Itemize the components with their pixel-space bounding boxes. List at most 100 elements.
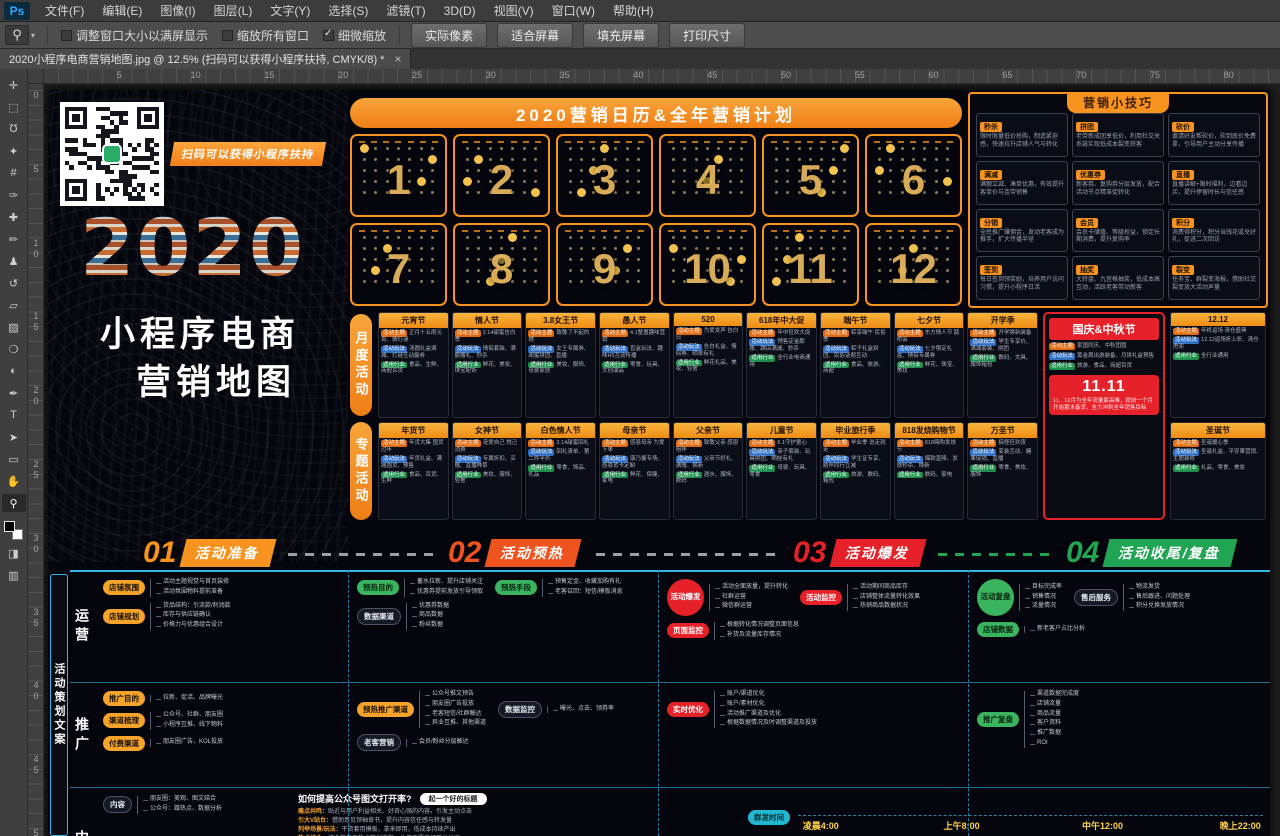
- menu-item[interactable]: 文字(Y): [261, 0, 319, 22]
- card-tag: 活动玩法: [823, 456, 849, 463]
- tip-label: 满减: [980, 170, 1002, 180]
- clone-stamp-tool[interactable]: ♟: [2, 252, 26, 270]
- flow-node: 渠道梳理: [103, 713, 145, 728]
- card-row: 适用行业母婴、玩具、零食: [749, 465, 814, 479]
- checkbox-icon[interactable]: [61, 30, 72, 41]
- flow-cluster: 内容朋友圈：美观、图文结合公众号：蹭热点、数据分析: [103, 796, 222, 814]
- ruler-mark: 10: [31, 238, 41, 260]
- activity-card: 母亲节活动主题感恩母亲 为爱下单活动玩法康乃馨专场、感恩贺卡定制适用行业鲜花、保…: [599, 422, 670, 520]
- card-row: 活动主题宠爱自己 悦己消费: [455, 440, 520, 454]
- hand-tool[interactable]: ✋: [2, 472, 26, 490]
- zoom-tool[interactable]: ⚲: [2, 494, 26, 512]
- eraser-tool[interactable]: ▱: [2, 296, 26, 314]
- menu-bar: Ps 文件(F)编辑(E)图像(I)图层(L)文字(Y)选择(S)滤镜(T)3D…: [0, 0, 1280, 22]
- tip-label: 砍价: [1172, 122, 1194, 132]
- calendar-month: 10: [659, 223, 756, 306]
- flow-cell: 内容朋友圈：美观、图文结合公众号：蹭热点、数据分析: [94, 789, 346, 836]
- card-tag: 活动主题: [676, 328, 702, 335]
- activity-card: 儿童节活动主题6.1守护童心活动玩法亲子套装、玩具拼团、晒娃有礼适用行业母婴、玩…: [746, 422, 817, 520]
- flow-item: 优惠券提前发放引导领取: [410, 589, 483, 597]
- history-brush-tool[interactable]: ↺: [2, 274, 26, 292]
- tip-label: 直播: [1172, 170, 1194, 180]
- card-tag: 活动主题: [823, 330, 849, 337]
- brush-tool[interactable]: ✏: [2, 230, 26, 248]
- menu-item[interactable]: 图像(I): [151, 0, 204, 22]
- flow-node: 实时优化: [667, 702, 709, 717]
- eyedropper-tool[interactable]: ✑: [2, 186, 26, 204]
- menu-item[interactable]: 帮助(H): [604, 0, 663, 22]
- zoom-tool-icon[interactable]: ⚲: [5, 25, 29, 45]
- menu-item[interactable]: 3D(D): [435, 0, 485, 22]
- flow-item: 客户资料: [1030, 720, 1079, 728]
- rectangular-marquee-tool[interactable]: ⬚: [2, 98, 26, 116]
- path-selection-tool[interactable]: ➤: [2, 428, 26, 446]
- zoom-option-checkbox[interactable]: 细微缩放: [323, 27, 386, 44]
- screen-mode-icon[interactable]: ▥: [2, 566, 26, 584]
- card-row: 活动主题818嗨购发烧节: [897, 440, 962, 454]
- card-tag: 活动主题: [1173, 440, 1199, 447]
- rectangle-tool[interactable]: ▭: [2, 450, 26, 468]
- canvas-area[interactable]: 扫码可以获得小程序扶持 2020 小程序电商 营销地图 2020营销日历&全年营…: [44, 84, 1280, 836]
- flow-cell: 推广复盘渠道数据完成度店铺流量商品流量客户资料推广数据ROI: [968, 684, 1268, 787]
- print-size-button[interactable]: 打印尺寸: [669, 23, 745, 48]
- fill-screen-button[interactable]: 填充屏幕: [583, 23, 659, 48]
- card-row: 适用行业数码、家电: [897, 472, 962, 479]
- ruler-mark: 5: [117, 70, 122, 80]
- gradient-tool[interactable]: ▨: [2, 318, 26, 336]
- zoom-option-checkbox[interactable]: 缩放所有窗口: [222, 27, 309, 44]
- card-title: 愚人节: [600, 313, 669, 328]
- blur-tool[interactable]: ❍: [2, 340, 26, 358]
- lasso-tool[interactable]: Ʊ: [2, 120, 26, 138]
- fit-screen-button[interactable]: 适合屏幕: [497, 23, 573, 48]
- card-title: 元宵节: [379, 313, 448, 328]
- crop-tool[interactable]: #: [2, 164, 26, 182]
- flow-item: 社群运营: [715, 594, 788, 602]
- card-tag: 活动玩法: [381, 346, 407, 353]
- menu-item[interactable]: 滤镜(T): [377, 0, 434, 22]
- chevron-down-icon[interactable]: ▾: [31, 31, 35, 40]
- content-line: 引大V站台：借助意见领袖背书，提升内容信任感与转发量: [298, 817, 718, 826]
- phase-number: 03: [793, 536, 826, 570]
- phase-header-4: 04活动收尾/复盘: [1066, 536, 1234, 570]
- healing-brush-tool[interactable]: ✚: [2, 208, 26, 226]
- pen-tool[interactable]: ✒: [2, 384, 26, 402]
- card-row: 活动主题4.1整蛊趣味营销: [602, 330, 667, 344]
- ruler-mark: 75: [1150, 70, 1160, 80]
- menu-item[interactable]: 窗口(W): [543, 0, 604, 22]
- phase-number: 04: [1066, 536, 1099, 570]
- menu-item[interactable]: 选择(S): [319, 0, 377, 22]
- flow-item: 商品数据: [412, 612, 449, 620]
- zoom-option-checkbox[interactable]: 调整窗口大小以满屏显示: [61, 27, 208, 44]
- flow-item: 补货及流量库存情况: [720, 632, 799, 640]
- close-icon[interactable]: ×: [394, 52, 401, 66]
- document-tab[interactable]: 2020小程序电商营销地图.jpg @ 12.5% (扫码可以获得小程序扶持, …: [0, 49, 411, 69]
- foreground-color-swatch[interactable]: [4, 521, 15, 532]
- month-number: 7: [352, 244, 445, 292]
- tip-card: 分销全民推广赚佣金，发动老客成为推手，扩大传播半径: [976, 209, 1068, 253]
- card-title: 3.8女王节: [526, 313, 595, 328]
- dodge-tool[interactable]: ◐: [2, 362, 26, 380]
- title-pill: 起一个好的标题: [420, 793, 487, 805]
- card-row: 活动主题6.1守护童心: [749, 440, 814, 447]
- flow-row-label: 运营: [73, 572, 91, 682]
- type-tool[interactable]: T: [2, 406, 26, 424]
- menu-item[interactable]: 视图(V): [485, 0, 543, 22]
- flow-item: 微信群运营: [715, 603, 788, 611]
- flow-item: 公众号：蹭热点、数据分析: [143, 806, 222, 814]
- checkbox-icon[interactable]: [323, 30, 334, 41]
- checkbox-icon[interactable]: [222, 30, 233, 41]
- flow-node: 预热目的: [357, 580, 399, 595]
- move-tool[interactable]: ✛: [2, 76, 26, 94]
- card-title: 七夕节: [895, 313, 964, 328]
- color-swatches[interactable]: [4, 521, 23, 540]
- flow-item: 活动推广渠道及优化: [720, 711, 817, 719]
- actual-pixels-button[interactable]: 实际像素: [411, 23, 487, 48]
- card-tag: 活动玩法: [897, 346, 923, 353]
- card-tag: 适用行业: [1173, 353, 1199, 360]
- menu-item[interactable]: 文件(F): [36, 0, 93, 22]
- quick-selection-tool[interactable]: ✦: [2, 142, 26, 160]
- quick-mask-icon[interactable]: ◨: [2, 544, 26, 562]
- menu-item[interactable]: 图层(L): [205, 0, 262, 22]
- card-tag: 活动玩法: [528, 449, 554, 456]
- menu-item[interactable]: 编辑(E): [93, 0, 151, 22]
